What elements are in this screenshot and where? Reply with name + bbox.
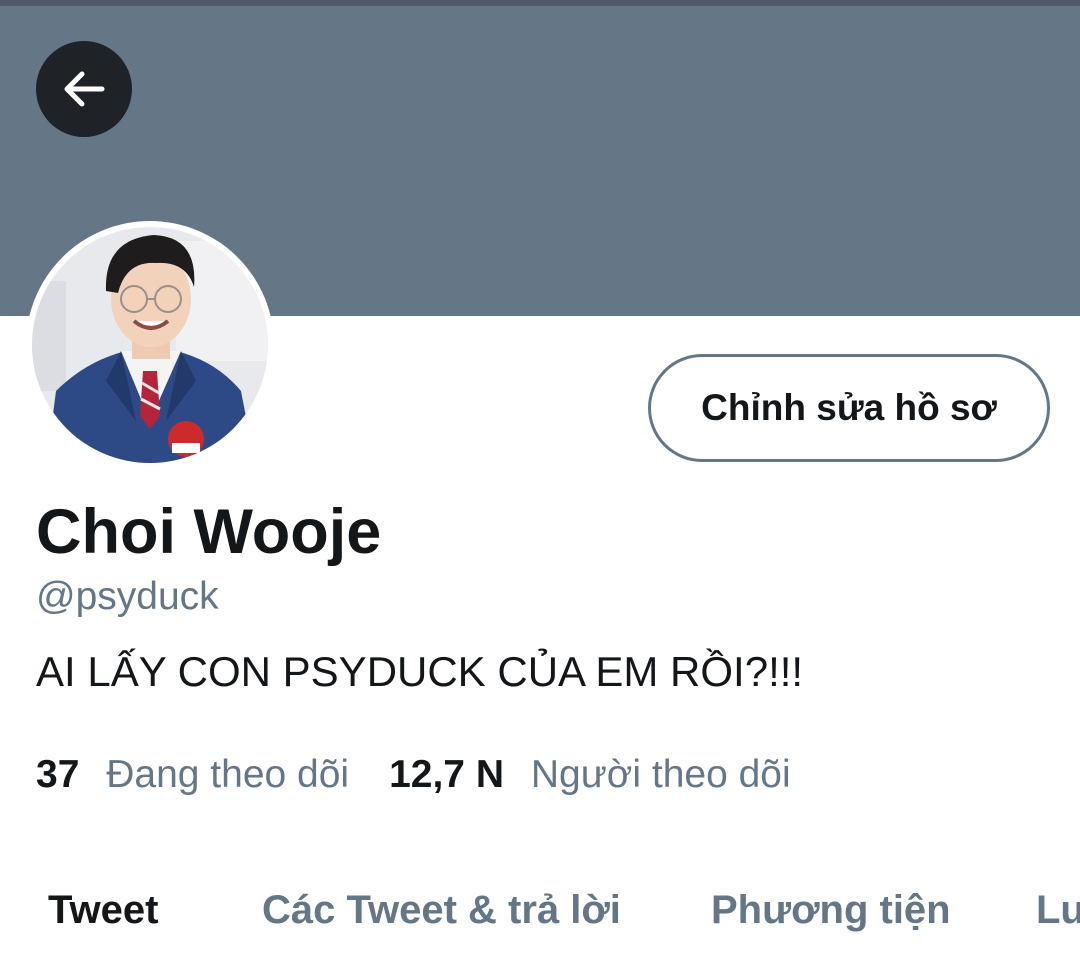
bio-text: AI LẤY CON PSYDUCK CỦA EM RỒI?!!! [36, 648, 804, 695]
followers-count: 12,7 N [389, 753, 504, 796]
display-name: Choi Wooje [36, 497, 382, 567]
following-label: Đang theo dõi [106, 753, 350, 796]
avatar-image [32, 227, 268, 463]
edit-profile-button[interactable]: Chỉnh sửa hồ sơ [648, 354, 1050, 462]
tab-media[interactable]: Phương tiện [711, 888, 951, 933]
profile-page: Chỉnh sửa hồ sơ Choi Wooje @psyduck AI L… [0, 0, 1080, 974]
arrow-left-icon [64, 71, 105, 107]
profile-tabs: Tweet Các Tweet & trả lời Phương tiện Lu [0, 888, 1080, 958]
back-button[interactable] [36, 41, 132, 137]
following-count: 37 [36, 753, 80, 796]
following-link[interactable]: 37 Đang theo dõi [36, 753, 349, 797]
tab-tweets-and-replies[interactable]: Các Tweet & trả lời [262, 888, 621, 933]
user-handle: @psyduck [36, 575, 219, 618]
tab-tweets[interactable]: Tweet [48, 888, 158, 933]
follow-stats: 37 Đang theo dõi 12,7 N Người theo dõi [36, 753, 791, 797]
avatar[interactable] [26, 221, 274, 469]
tab-likes[interactable]: Lu [1036, 888, 1080, 933]
followers-link[interactable]: 12,7 N Người theo dõi [389, 753, 791, 797]
followers-label: Người theo dõi [530, 753, 791, 796]
